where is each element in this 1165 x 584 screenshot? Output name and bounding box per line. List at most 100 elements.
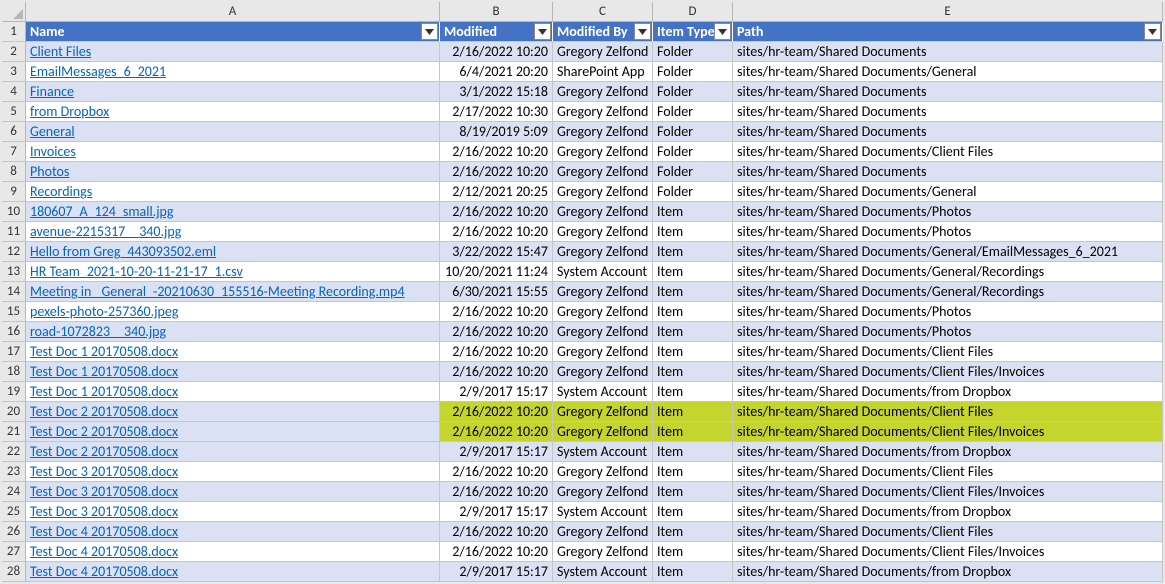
cell-modified-by[interactable]: Gregory Zelfond (553, 202, 653, 222)
cell-path[interactable]: sites/hr-team/Shared Documents/General/R… (733, 262, 1163, 282)
cell-modified[interactable]: 2/16/2022 10:20 (440, 482, 553, 502)
cell-item-type[interactable]: Folder (653, 122, 733, 142)
row-header-3[interactable]: 3 (2, 62, 26, 82)
cell-name-link[interactable]: Test Doc 2 20170508.docx (26, 422, 440, 442)
cell-name-link[interactable]: EmailMessages_6_2021 (26, 62, 440, 82)
cell-item-type[interactable]: Item (653, 202, 733, 222)
filter-dropdown-button[interactable] (1144, 23, 1161, 40)
row-header-18[interactable]: 18 (2, 362, 26, 382)
cell-name-link[interactable]: Recordings (26, 182, 440, 202)
cell-modified-by[interactable]: Gregory Zelfond (553, 362, 653, 382)
cell-path[interactable]: sites/hr-team/Shared Documents/from Drop… (733, 562, 1163, 582)
cell-modified-by[interactable]: Gregory Zelfond (553, 482, 653, 502)
cell-name-link[interactable]: Test Doc 4 20170508.docx (26, 562, 440, 582)
cell-path[interactable]: sites/hr-team/Shared Documents/Client Fi… (733, 462, 1163, 482)
cell-modified-by[interactable]: System Account (553, 502, 653, 522)
cell-name-link[interactable]: Test Doc 3 20170508.docx (26, 462, 440, 482)
table-header-cell[interactable]: Modified (440, 22, 553, 42)
row-header-15[interactable]: 15 (2, 302, 26, 322)
cell-path[interactable]: sites/hr-team/Shared Documents/Client Fi… (733, 482, 1163, 502)
row-header-8[interactable]: 8 (2, 162, 26, 182)
row-header-10[interactable]: 10 (2, 202, 26, 222)
cell-path[interactable]: sites/hr-team/Shared Documents/from Drop… (733, 382, 1163, 402)
row-header-4[interactable]: 4 (2, 82, 26, 102)
cell-modified[interactable]: 3/22/2022 15:47 (440, 242, 553, 262)
cell-modified-by[interactable]: Gregory Zelfond (553, 242, 653, 262)
cell-modified-by[interactable]: Gregory Zelfond (553, 282, 653, 302)
table-header-cell[interactable]: Item Type (653, 22, 733, 42)
cell-modified[interactable]: 2/17/2022 10:30 (440, 102, 553, 122)
cell-name-link[interactable]: Invoices (26, 142, 440, 162)
cell-path[interactable]: sites/hr-team/Shared Documents/Photos (733, 302, 1163, 322)
cell-path[interactable]: sites/hr-team/Shared Documents (733, 102, 1163, 122)
row-header-12[interactable]: 12 (2, 242, 26, 262)
row-header-27[interactable]: 27 (2, 542, 26, 562)
cell-modified[interactable]: 2/16/2022 10:20 (440, 402, 553, 422)
table-header-cell[interactable]: Path (733, 22, 1163, 42)
cell-modified[interactable]: 2/16/2022 10:20 (440, 42, 553, 62)
cell-modified[interactable]: 2/12/2021 20:25 (440, 182, 553, 202)
cell-name-link[interactable]: road-1072823__340.jpg (26, 322, 440, 342)
cell-modified[interactable]: 2/16/2022 10:20 (440, 362, 553, 382)
cell-modified[interactable]: 2/9/2017 15:17 (440, 382, 553, 402)
cell-item-type[interactable]: Folder (653, 182, 733, 202)
cell-modified-by[interactable]: System Account (553, 382, 653, 402)
cell-name-link[interactable]: from Dropbox (26, 102, 440, 122)
cell-modified-by[interactable]: Gregory Zelfond (553, 222, 653, 242)
cell-modified-by[interactable]: System Account (553, 562, 653, 582)
cell-name-link[interactable]: Client Files (26, 42, 440, 62)
cell-item-type[interactable]: Item (653, 282, 733, 302)
cell-item-type[interactable]: Item (653, 462, 733, 482)
cell-path[interactable]: sites/hr-team/Shared Documents/Client Fi… (733, 522, 1163, 542)
row-header-24[interactable]: 24 (2, 482, 26, 502)
cell-path[interactable]: sites/hr-team/Shared Documents (733, 82, 1163, 102)
row-header-16[interactable]: 16 (2, 322, 26, 342)
cell-modified-by[interactable]: Gregory Zelfond (553, 542, 653, 562)
cell-modified[interactable]: 2/16/2022 10:20 (440, 162, 553, 182)
cell-path[interactable]: sites/hr-team/Shared Documents/Client Fi… (733, 542, 1163, 562)
filter-dropdown-button[interactable] (421, 23, 438, 40)
filter-dropdown-button[interactable] (634, 23, 651, 40)
cell-item-type[interactable]: Item (653, 222, 733, 242)
cell-path[interactable]: sites/hr-team/Shared Documents/Client Fi… (733, 402, 1163, 422)
cell-name-link[interactable]: Photos (26, 162, 440, 182)
cell-modified[interactable]: 2/16/2022 10:20 (440, 222, 553, 242)
cell-modified-by[interactable]: Gregory Zelfond (553, 82, 653, 102)
row-header-6[interactable]: 6 (2, 122, 26, 142)
cell-modified-by[interactable]: Gregory Zelfond (553, 302, 653, 322)
cell-item-type[interactable]: Folder (653, 102, 733, 122)
cell-name-link[interactable]: Test Doc 1 20170508.docx (26, 362, 440, 382)
cell-item-type[interactable]: Folder (653, 162, 733, 182)
cell-modified-by[interactable]: System Account (553, 262, 653, 282)
cell-name-link[interactable]: Hello from Greg_443093502.eml (26, 242, 440, 262)
cell-modified[interactable]: 2/16/2022 10:20 (440, 302, 553, 322)
row-header-23[interactable]: 23 (2, 462, 26, 482)
cell-modified[interactable]: 2/16/2022 10:20 (440, 342, 553, 362)
cell-item-type[interactable]: Item (653, 522, 733, 542)
cell-modified[interactable]: 2/16/2022 10:20 (440, 462, 553, 482)
cell-name-link[interactable]: Test Doc 3 20170508.docx (26, 482, 440, 502)
cell-modified-by[interactable]: Gregory Zelfond (553, 462, 653, 482)
cell-modified[interactable]: 2/16/2022 10:20 (440, 202, 553, 222)
column-header-A[interactable]: A (26, 2, 440, 22)
cell-modified-by[interactable]: Gregory Zelfond (553, 142, 653, 162)
cell-name-link[interactable]: avenue-2215317__340.jpg (26, 222, 440, 242)
cell-modified[interactable]: 2/9/2017 15:17 (440, 502, 553, 522)
cell-modified-by[interactable]: Gregory Zelfond (553, 422, 653, 442)
cell-modified-by[interactable]: Gregory Zelfond (553, 522, 653, 542)
cell-path[interactable]: sites/hr-team/Shared Documents (733, 162, 1163, 182)
row-header-13[interactable]: 13 (2, 262, 26, 282)
cell-item-type[interactable]: Item (653, 562, 733, 582)
row-header-19[interactable]: 19 (2, 382, 26, 402)
cell-item-type[interactable]: Folder (653, 42, 733, 62)
row-header-7[interactable]: 7 (2, 142, 26, 162)
cell-item-type[interactable]: Item (653, 502, 733, 522)
cell-path[interactable]: sites/hr-team/Shared Documents/Photos (733, 322, 1163, 342)
cell-modified[interactable]: 2/16/2022 10:20 (440, 542, 553, 562)
cell-path[interactable]: sites/hr-team/Shared Documents/Client Fi… (733, 362, 1163, 382)
cell-item-type[interactable]: Item (653, 542, 733, 562)
row-header-17[interactable]: 17 (2, 342, 26, 362)
filter-dropdown-button[interactable] (714, 23, 731, 40)
cell-name-link[interactable]: General (26, 122, 440, 142)
cell-path[interactable]: sites/hr-team/Shared Documents/General/E… (733, 242, 1163, 262)
